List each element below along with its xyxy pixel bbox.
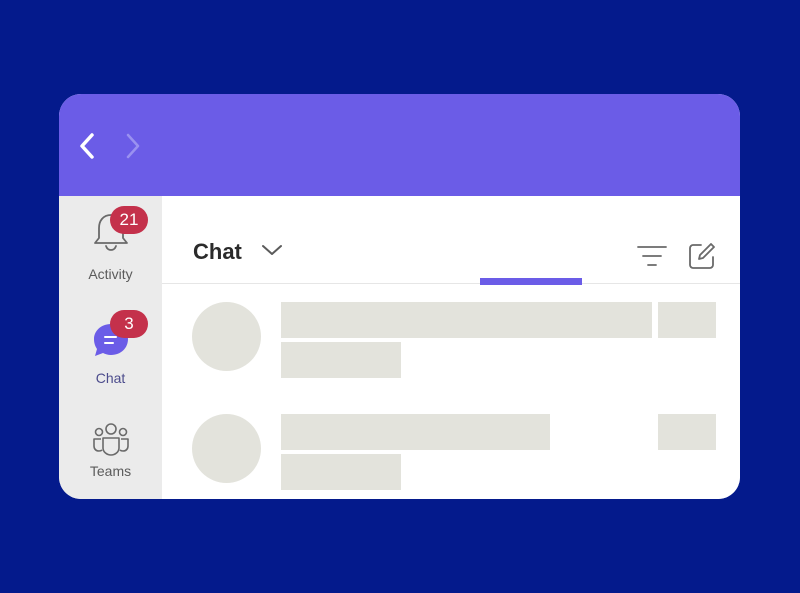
chat-icon-wrapper: 3 bbox=[59, 310, 162, 358]
avatar-placeholder bbox=[192, 414, 261, 483]
filter-icon[interactable] bbox=[637, 244, 667, 268]
back-button[interactable] bbox=[77, 131, 99, 161]
avatar-placeholder bbox=[192, 302, 261, 371]
rail-item-activity[interactable]: 21 Activity bbox=[59, 206, 162, 282]
title-bar bbox=[59, 94, 740, 196]
rail-item-label: Activity bbox=[88, 266, 133, 282]
rail-item-teams[interactable]: Teams bbox=[59, 422, 162, 479]
chevron-down-icon[interactable] bbox=[260, 242, 284, 258]
preview-placeholder bbox=[281, 342, 401, 378]
rail-item-chat[interactable]: 3 Chat bbox=[59, 310, 162, 386]
list-item[interactable] bbox=[162, 406, 740, 498]
page-title: Chat bbox=[193, 239, 242, 264]
rail-item-label: Teams bbox=[89, 463, 132, 479]
name-placeholder bbox=[281, 414, 550, 450]
forward-button[interactable] bbox=[121, 131, 143, 161]
chevron-left-icon bbox=[80, 133, 94, 159]
timestamp-placeholder bbox=[658, 414, 716, 450]
chat-pane: Chat bbox=[162, 196, 740, 499]
list-item[interactable] bbox=[162, 294, 740, 386]
app-rail: 21 Activity 3 Chat Teams bbox=[59, 196, 162, 499]
compose-icon[interactable] bbox=[688, 242, 716, 270]
teams-icon bbox=[93, 423, 129, 456]
teams-window: 21 Activity 3 Chat Teams Chat bbox=[59, 94, 740, 499]
preview-placeholder bbox=[281, 454, 401, 490]
activity-badge: 21 bbox=[110, 206, 148, 234]
rail-item-label: Chat bbox=[95, 370, 126, 386]
chat-header: Chat bbox=[162, 196, 740, 285]
teams-icon-wrapper bbox=[59, 422, 162, 460]
chevron-right-icon bbox=[126, 133, 140, 159]
chat-badge: 3 bbox=[110, 310, 148, 338]
name-placeholder bbox=[281, 302, 652, 338]
bell-icon-wrapper: 21 bbox=[59, 206, 162, 254]
timestamp-placeholder bbox=[658, 302, 716, 338]
active-tab-indicator bbox=[480, 278, 582, 285]
